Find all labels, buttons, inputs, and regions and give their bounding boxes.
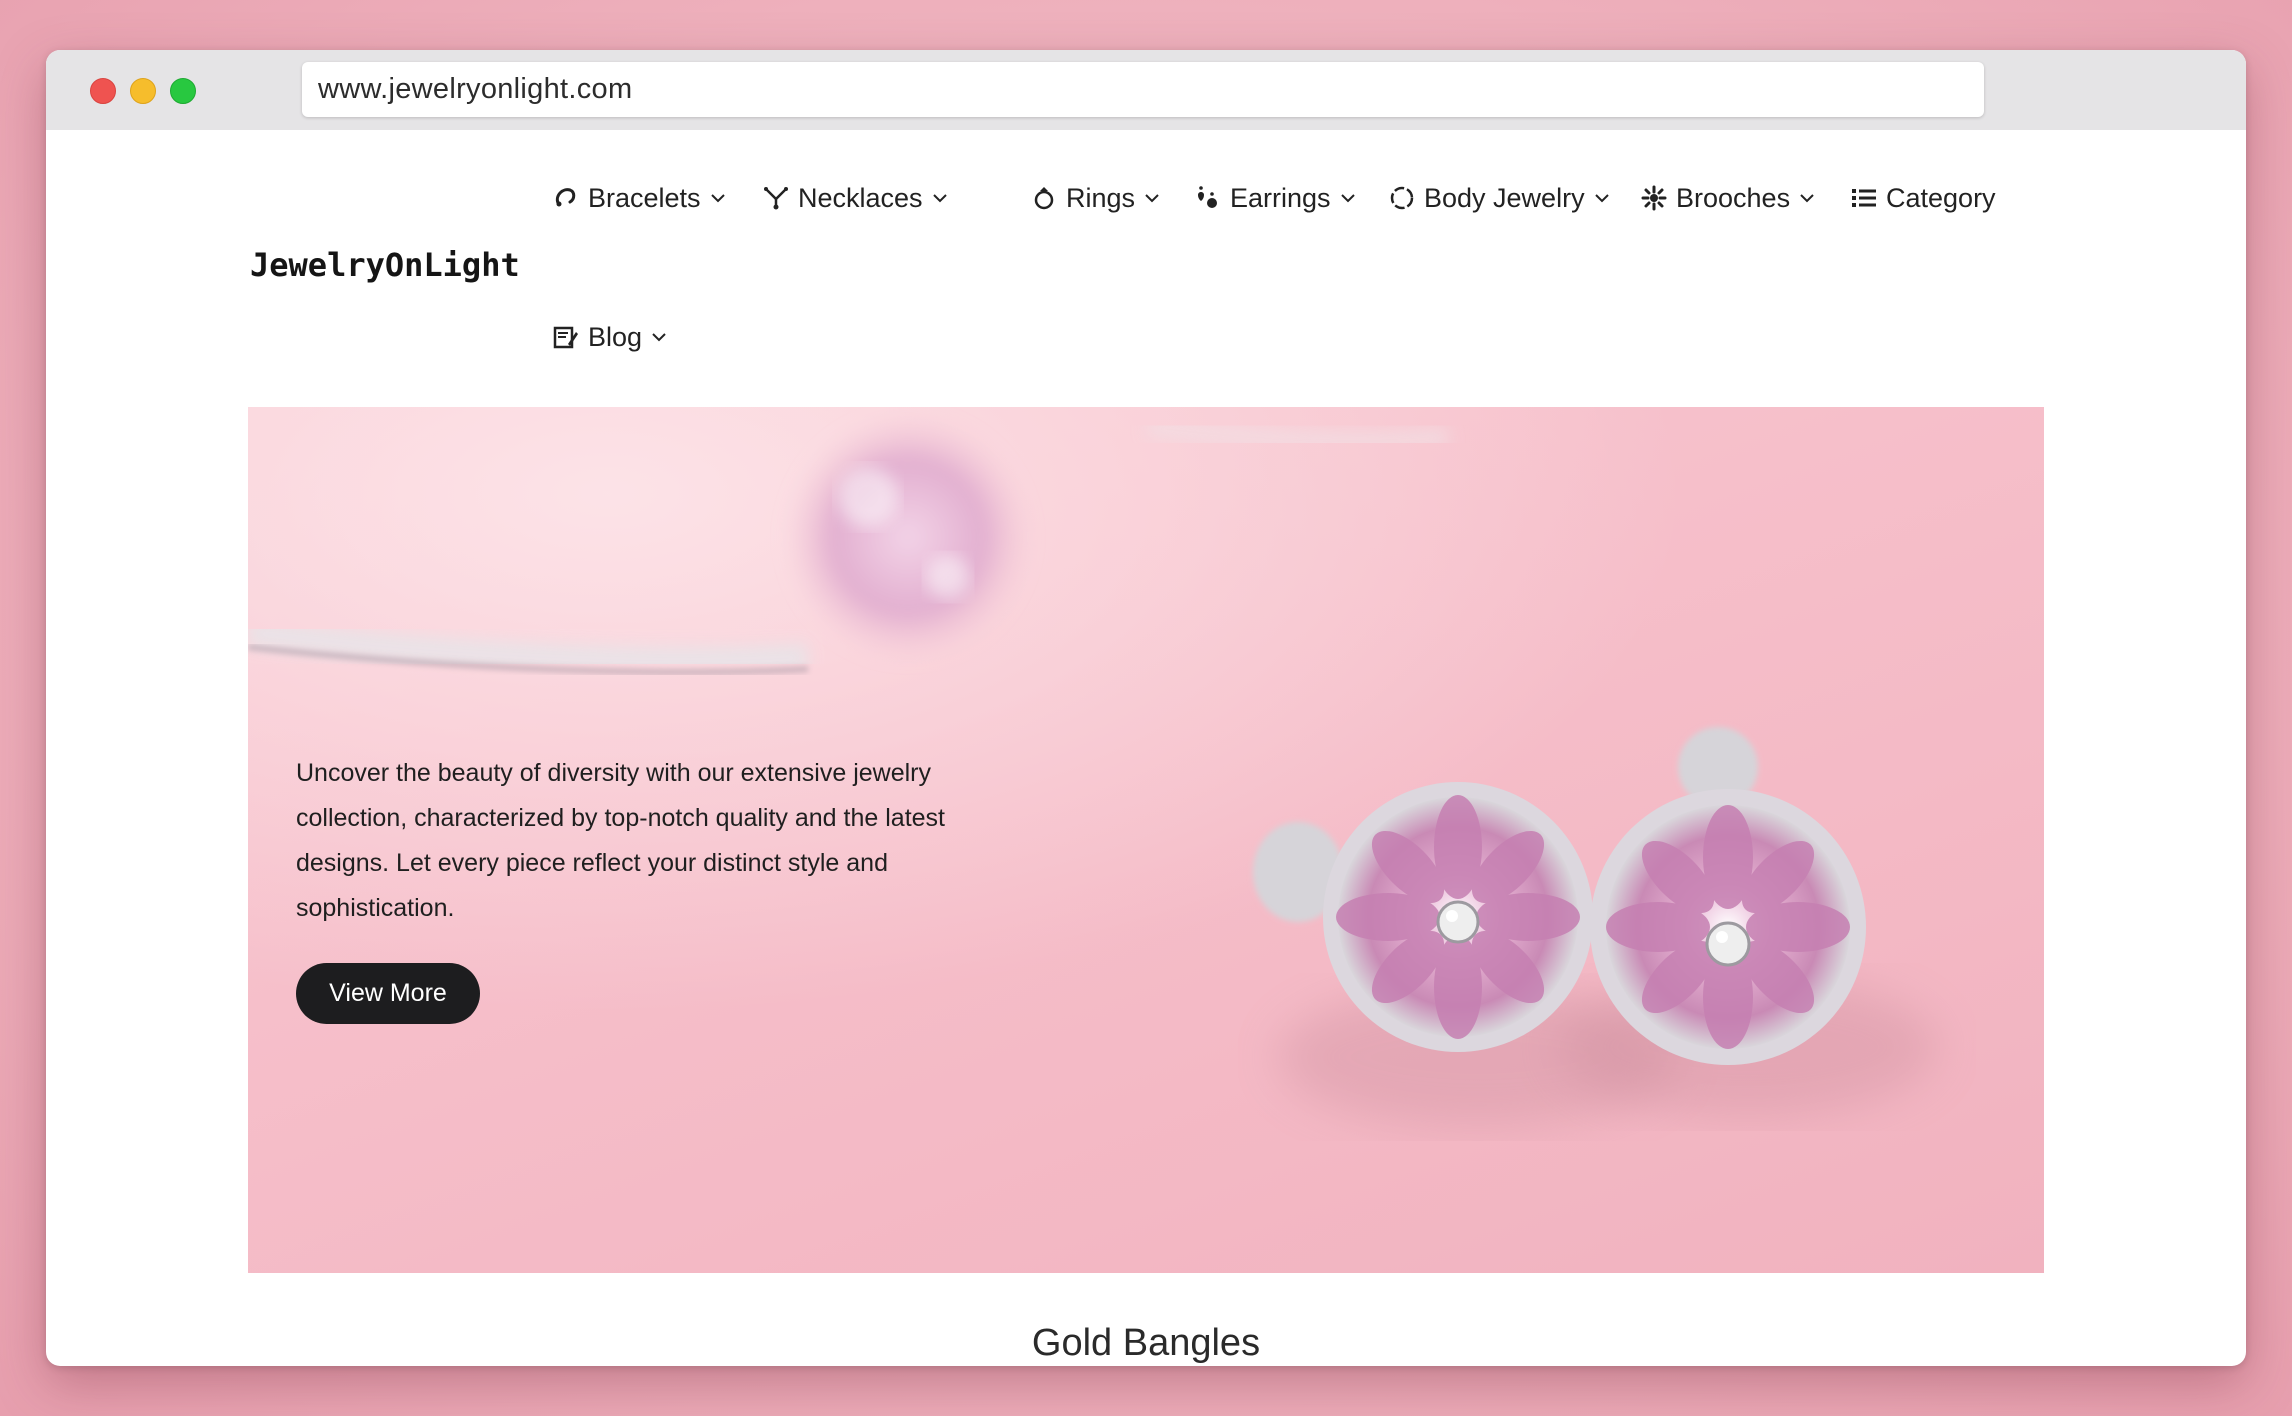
bracelet-icon	[552, 184, 580, 212]
nav-label-blog: Blog	[588, 321, 643, 352]
minimize-window-button[interactable]	[130, 78, 156, 104]
nav-item-bracelets[interactable]: Bracelets	[552, 176, 727, 220]
nav-label-rings: Rings	[1066, 182, 1136, 213]
nav-label-category: Category	[1886, 182, 1996, 213]
browser-window: www.jewelryonlight.com JewelryOnLight Br…	[46, 50, 2246, 1366]
nav-label-earrings: Earrings	[1230, 182, 1331, 213]
ring-icon	[1030, 184, 1058, 212]
browser-titlebar: www.jewelryonlight.com	[46, 50, 2246, 130]
chevron-down-icon	[1143, 189, 1161, 207]
brooch-icon	[1640, 184, 1668, 212]
nav-item-category[interactable]: Category	[1850, 176, 1996, 220]
address-bar-url: www.jewelryonlight.com	[318, 73, 633, 105]
close-window-button[interactable]	[90, 78, 116, 104]
earrings-icon	[1194, 184, 1222, 212]
chevron-down-icon	[1798, 189, 1816, 207]
earring-right	[1590, 789, 1866, 1065]
chevron-down-icon	[1593, 189, 1611, 207]
nav-label-body-jewelry: Body Jewelry	[1424, 182, 1585, 213]
section-title: Gold Bangles	[1031, 1322, 1261, 1364]
necklace-icon	[762, 184, 790, 212]
nav-label-necklaces: Necklaces	[798, 182, 923, 213]
maximize-window-button[interactable]	[170, 78, 196, 104]
body-jewelry-icon	[1388, 184, 1416, 212]
nav-item-brooches[interactable]: Brooches	[1640, 176, 1816, 220]
nav-item-earrings[interactable]: Earrings	[1194, 176, 1357, 220]
chevron-down-icon	[931, 189, 949, 207]
chevron-down-icon	[1339, 189, 1357, 207]
nav-item-necklaces[interactable]: Necklaces	[762, 176, 949, 220]
site-logo[interactable]: JewelryOnLight	[250, 246, 520, 284]
nav-label-bracelets: Bracelets	[588, 182, 701, 213]
chevron-down-icon	[709, 189, 727, 207]
earring-left	[1323, 782, 1593, 1052]
list-icon	[1850, 184, 1878, 212]
view-more-button[interactable]: View More	[296, 963, 480, 1024]
address-bar[interactable]: www.jewelryonlight.com	[302, 62, 1984, 117]
chevron-down-icon	[650, 328, 668, 346]
hero-description: Uncover the beauty of diversity with our…	[296, 759, 945, 922]
blog-icon	[552, 323, 580, 351]
nav-item-body-jewelry[interactable]: Body Jewelry	[1388, 176, 1611, 220]
nav-item-blog[interactable]: Blog	[552, 315, 668, 359]
hero-banner: Uncover the beauty of diversity with our…	[248, 407, 2044, 1273]
nav-label-brooches: Brooches	[1676, 182, 1791, 213]
nav-item-rings[interactable]: Rings	[1030, 176, 1161, 220]
